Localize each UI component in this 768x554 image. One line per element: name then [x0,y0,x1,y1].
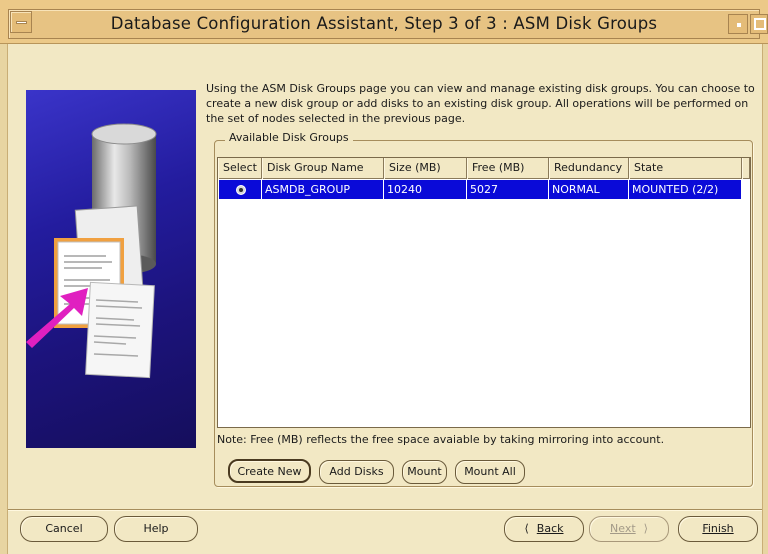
column-header-disk-group-name[interactable]: Disk Group Name [262,158,384,179]
column-header-free[interactable]: Free (MB) [467,158,549,179]
table-header: Select Disk Group Name Size (MB) Free (M… [218,158,750,179]
next-button[interactable]: Next ⟩ [589,516,669,542]
window-frame-right [762,44,768,554]
table-row[interactable]: ASMDB_GROUP 10240 5027 NORMAL MOUNTED (2… [219,180,741,199]
cell-state: MOUNTED (2/2) [632,183,719,196]
cancel-button[interactable]: Cancel [20,516,108,542]
back-button-label: Back [536,522,564,535]
row-select-radio[interactable] [236,185,246,195]
disk-groups-title: Available Disk Groups [225,131,353,144]
finish-button-label: Finish [702,522,734,535]
minimize-icon [737,23,741,27]
back-button[interactable]: ⟨ Back [504,516,584,542]
add-disks-button[interactable]: Add Disks [319,460,394,484]
next-arrow-icon: ⟩ [643,522,648,535]
column-header-size[interactable]: Size (MB) [384,158,467,179]
minimize-button[interactable] [728,14,748,34]
maximize-button[interactable] [750,14,768,34]
row-select-cell[interactable] [219,180,262,199]
column-header-filler [742,158,750,179]
cell-size: 10240 [384,180,467,199]
mirroring-note: Note: Free (MB) reflects the free space … [217,433,665,446]
page-description: Using the ASM Disk Groups page you can v… [206,82,755,125]
database-documents-icon [26,123,157,379]
column-header-select[interactable]: Select [218,158,262,179]
footer-separator [8,509,762,511]
window-frame-left [0,44,8,554]
window-title: Database Configuration Assistant, Step 3… [110,14,658,33]
help-button[interactable]: Help [114,516,198,542]
column-header-redundancy[interactable]: Redundancy [549,158,629,179]
mount-button[interactable]: Mount [402,460,447,484]
maximize-icon [754,18,766,30]
finish-button[interactable]: Finish [678,516,758,542]
mount-all-button[interactable]: Mount All [455,460,525,484]
cell-free: 5027 [467,180,549,199]
cell-disk-group-name: ASMDB_GROUP [262,180,384,199]
radio-dot-icon [239,188,243,192]
cell-redundancy: NORMAL [549,180,629,199]
wizard-illustration [26,90,196,448]
next-button-label: Next [610,522,636,535]
column-header-state[interactable]: State [629,158,742,179]
create-new-button[interactable]: Create New [228,459,311,483]
disk-groups-table[interactable]: Select Disk Group Name Size (MB) Free (M… [217,157,751,428]
back-arrow-icon: ⟨ [524,522,529,535]
